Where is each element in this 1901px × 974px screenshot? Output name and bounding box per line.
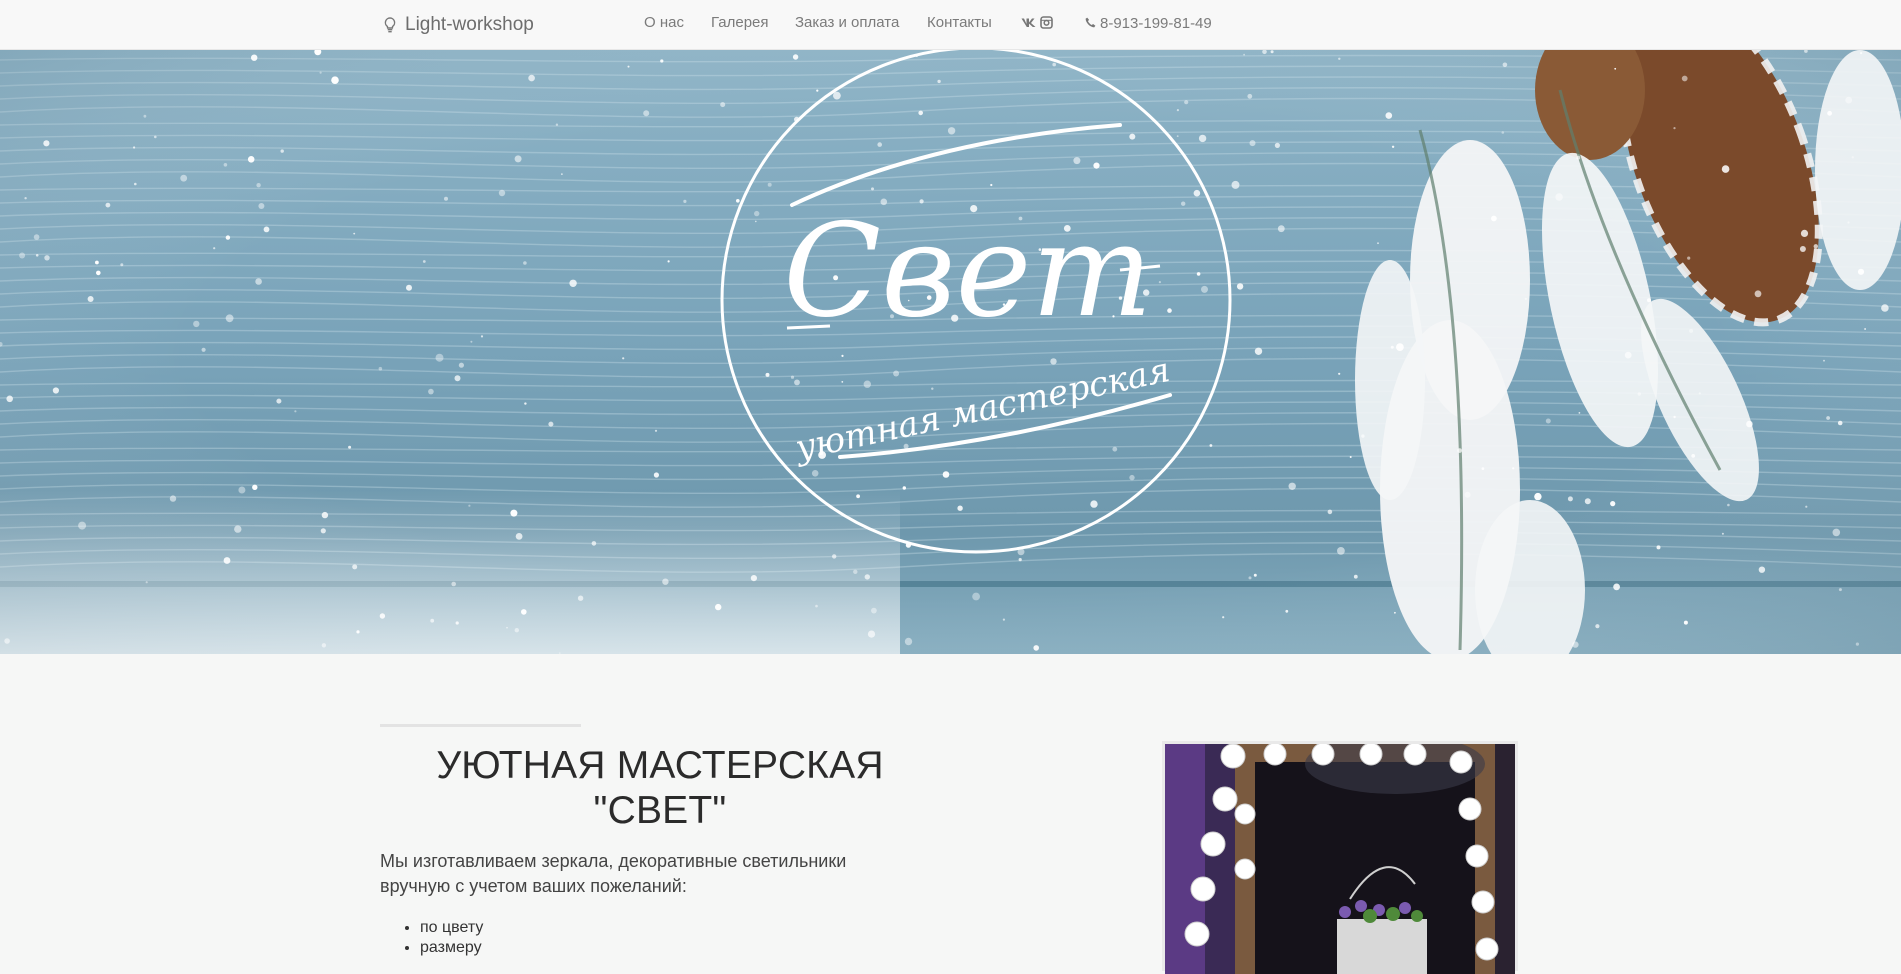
vk-icon[interactable] bbox=[1021, 16, 1037, 34]
hero-background: Свет уютная мастерская bbox=[0, 50, 1901, 654]
nav-link-gallery[interactable]: Галерея bbox=[711, 0, 769, 46]
brand-link[interactable]: Light-workshop bbox=[384, 0, 534, 49]
section-divider bbox=[380, 724, 581, 727]
lightbulb-icon bbox=[384, 16, 396, 33]
instagram-icon[interactable] bbox=[1040, 16, 1053, 34]
list-item: размеру bbox=[420, 938, 483, 958]
phone-number[interactable]: 8-913-199-81-49 bbox=[1085, 0, 1212, 46]
social-links bbox=[1021, 16, 1053, 34]
nav-link-about[interactable]: О нас bbox=[644, 0, 684, 46]
list-item: по цвету bbox=[420, 918, 483, 938]
phone-icon bbox=[1085, 15, 1096, 32]
nav-link-contacts[interactable]: Контакты bbox=[927, 0, 992, 46]
hero-logo-title: Свет bbox=[783, 197, 1153, 346]
hero-banner: Свет уютная мастерская bbox=[0, 50, 1901, 654]
about-title: УЮТНАЯ МАСТЕРСКАЯ "СВЕТ" bbox=[436, 744, 884, 832]
features-list: по цвету размеру bbox=[380, 918, 483, 958]
about-text: Мы изготавливаем зеркала, декоративные с… bbox=[380, 851, 847, 896]
phone-label: 8-913-199-81-49 bbox=[1100, 14, 1212, 32]
mirror-image bbox=[1165, 744, 1515, 974]
product-photo bbox=[1162, 741, 1518, 974]
navbar: Light-workshop О нас Галерея Заказ и опл… bbox=[0, 0, 1901, 50]
brand-label: Light-workshop bbox=[405, 13, 534, 35]
nav-link-order[interactable]: Заказ и оплата bbox=[795, 0, 899, 46]
